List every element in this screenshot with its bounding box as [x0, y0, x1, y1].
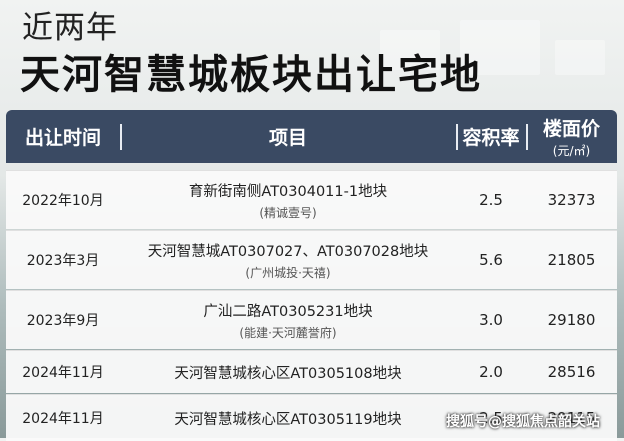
- project-alias: (精诚壹号): [259, 205, 317, 220]
- column-header-project: 项目: [268, 127, 307, 149]
- table-row: 2022年10月 育新街南侧AT0304011-1地块 (精诚壹号) 2.5 3…: [6, 170, 617, 229]
- cell-date: 2024年11月: [22, 365, 104, 381]
- cell-project: 天河智慧城核心区AT0305108地块: [120, 351, 456, 393]
- cell-project: 天河智慧城AT0307027、AT0307028地块 (广州城投·天禧): [120, 231, 456, 289]
- project-name: 广汕二路AT0305231地块: [203, 303, 373, 320]
- table-row: 2023年3月 天河智慧城AT0307027、AT0307028地块 (广州城投…: [6, 230, 617, 289]
- project-name: 天河智慧城核心区AT0305119地块: [174, 411, 402, 428]
- project-alias: (能建·天河麓誉府): [239, 325, 337, 340]
- cell-date: 2022年10月: [22, 193, 104, 209]
- cell-date: 2023年9月: [26, 313, 100, 329]
- column-header-far: 容积率: [462, 127, 520, 149]
- table-row: 2024年11月 天河智慧城核心区AT0305108地块 2.0 28516: [6, 350, 617, 393]
- project-name: 天河智慧城核心区AT0305108地块: [174, 365, 402, 382]
- background-building: [555, 40, 605, 75]
- page-subtitle: 近两年: [22, 10, 118, 46]
- cell-project: 育新街南侧AT0304011-1地块 (精诚壹号): [120, 171, 456, 229]
- project-alias: (广州城投·天禧): [245, 265, 331, 280]
- column-header-price: 楼面价 (元/㎡): [542, 118, 600, 158]
- price-unit: (元/㎡): [552, 144, 591, 158]
- cell-date: 2024年11月: [22, 411, 104, 427]
- project-name: 天河智慧城AT0307027、AT0307028地块: [147, 243, 429, 260]
- cell-price: 21805: [547, 251, 596, 269]
- watermark: 搜狐号@搜狐焦点韶关站: [446, 414, 600, 430]
- cell-project: 天河智慧城核心区AT0305119地块: [120, 395, 456, 441]
- cell-project: 广汕二路AT0305231地块 (能建·天河麓誉府): [120, 291, 456, 349]
- cell-far: 2.5: [479, 191, 503, 209]
- cell-far: 5.6: [479, 251, 503, 269]
- project-name: 育新街南侧AT0304011-1地块: [188, 183, 388, 200]
- land-sales-table: 出让时间 项目 容积率 楼面价 (元/㎡) 2022年10月 育新街南侧AT03…: [6, 110, 617, 441]
- cell-price: 28516: [547, 363, 596, 381]
- table-row: 2023年9月 广汕二路AT0305231地块 (能建·天河麓誉府) 3.0 2…: [6, 290, 617, 349]
- table-header: 出让时间 项目 容积率 楼面价 (元/㎡): [6, 110, 617, 163]
- column-header-date: 出让时间: [24, 127, 101, 149]
- cell-price: 29180: [547, 311, 596, 329]
- page-title: 天河智慧城板块出让宅地: [20, 52, 482, 98]
- cell-far: 2.0: [479, 363, 503, 381]
- cell-far: 3.0: [479, 311, 503, 329]
- cell-price: 32373: [547, 191, 596, 209]
- cell-date: 2023年3月: [26, 253, 100, 269]
